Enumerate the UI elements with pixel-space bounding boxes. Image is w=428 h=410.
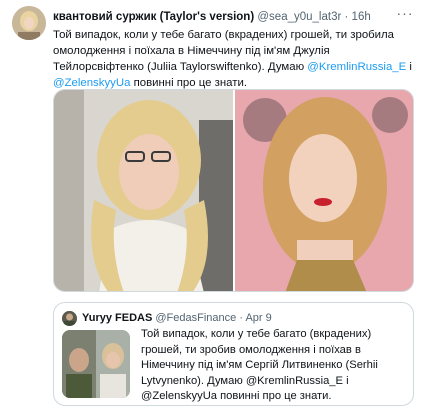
quoted-header: Yuryy FEDAS @FedasFinance · Apr 9 [82, 309, 405, 327]
media-photo-left[interactable] [54, 90, 233, 291]
header-separator: · [344, 11, 349, 23]
quoted-author-name[interactable]: Yuryy FEDAS [82, 312, 152, 324]
quoted-media-thumbnail[interactable] [62, 330, 130, 398]
tweet-header: квантовий суржик (Taylor's version) @sea… [53, 8, 414, 26]
quoted-author-handle[interactable]: @FedasFinance [155, 312, 236, 324]
author-handle[interactable]: @sea_y0u_lat3r [257, 11, 341, 23]
author-avatar[interactable] [12, 6, 46, 40]
quoted-date[interactable]: Apr 9 [245, 312, 271, 324]
quoted-text: Той випадок, коли у тебе багато (вкраден… [141, 328, 378, 402]
media-photo-right[interactable] [235, 90, 413, 291]
tweet-card[interactable]: квантовий суржик (Taylor's version) @sea… [0, 0, 428, 410]
tweet-timestamp[interactable]: 16h [352, 11, 371, 23]
mention-link[interactable]: @ZelenskyyUa [53, 77, 130, 89]
quoted-author-avatar[interactable] [62, 311, 77, 326]
tweet-text-part: і [406, 61, 412, 73]
quoted-separator: · [239, 312, 243, 324]
author-name[interactable]: квантовий суржик (Taylor's version) [53, 11, 254, 23]
more-options-icon[interactable]: ··· [396, 6, 414, 24]
tweet-text-part: повинні про це знати. [130, 77, 248, 89]
tweet-media[interactable] [53, 89, 414, 292]
tweet-text: Той випадок, коли у тебе багато (вкраден… [53, 27, 415, 91]
mention-link[interactable]: @KremlinRussia_E [307, 61, 406, 73]
quoted-tweet[interactable]: Yuryy FEDAS @FedasFinance · Apr 9 Той ви… [53, 302, 414, 406]
